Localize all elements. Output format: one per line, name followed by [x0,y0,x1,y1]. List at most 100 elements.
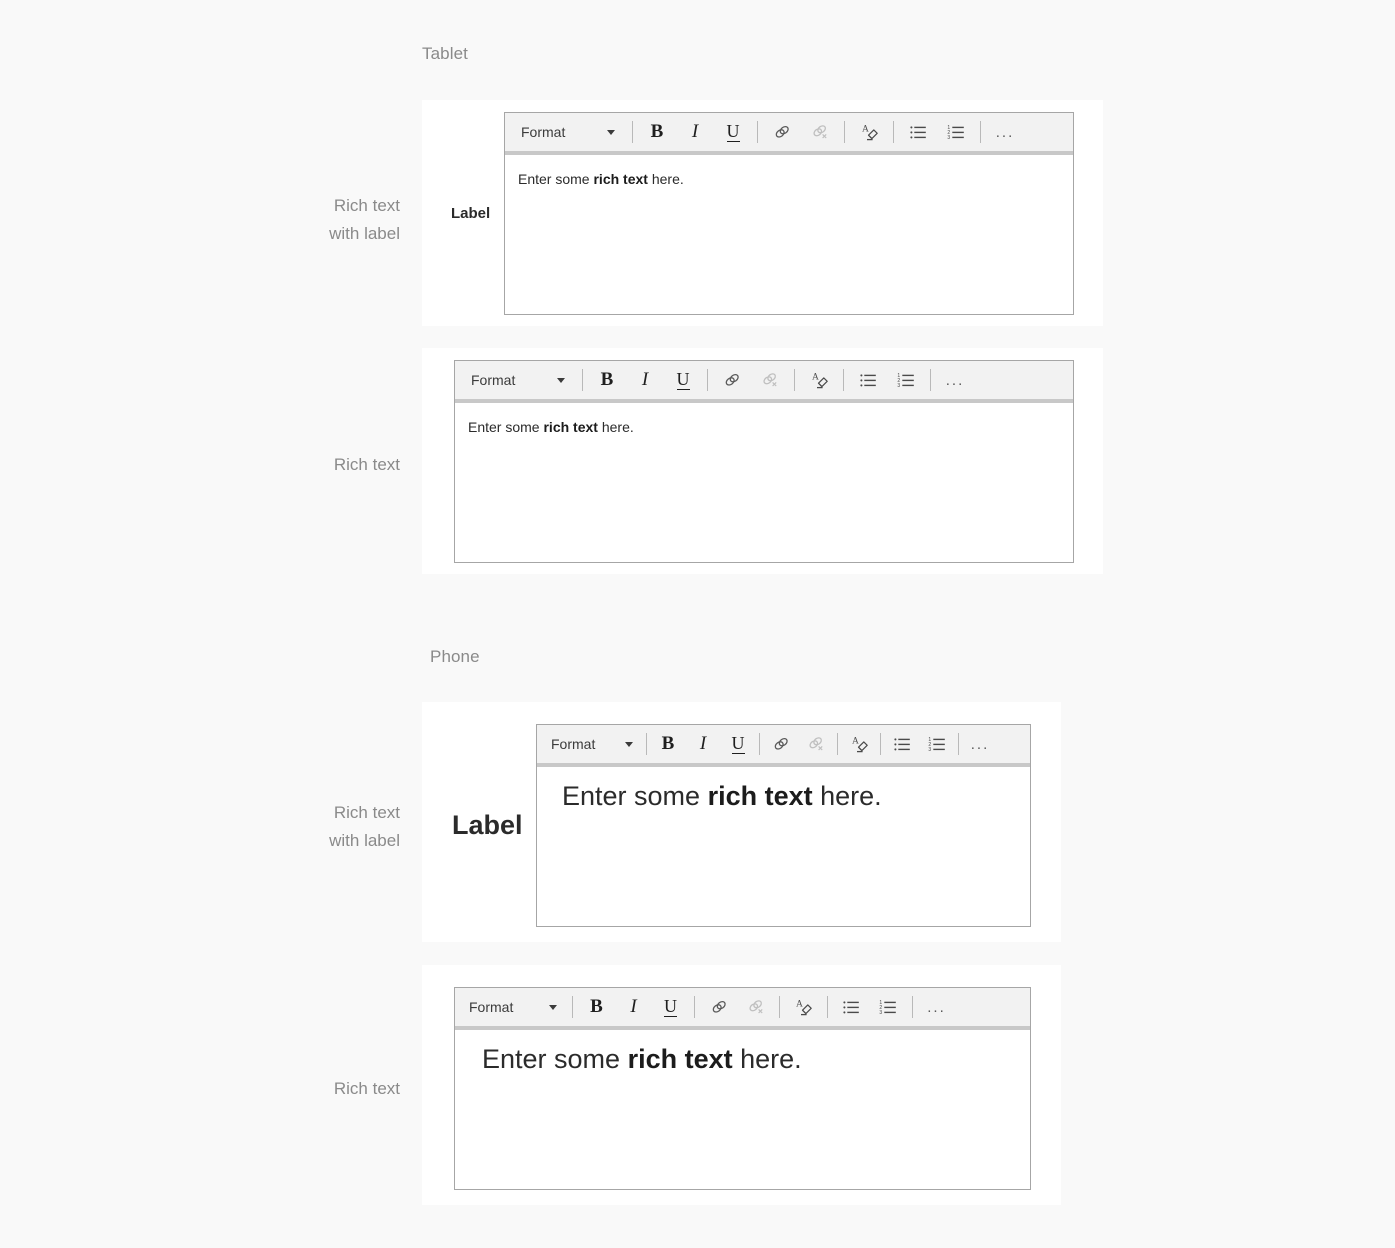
toolbar-divider [707,369,708,391]
unlink-icon [746,997,766,1017]
underline-button[interactable]: U [668,365,698,395]
editor-content-area[interactable]: Enter some rich text here. [455,1030,1030,1187]
clear-formatting-button[interactable]: A [789,993,818,1022]
bold-button[interactable]: B [654,730,682,758]
numbered-list-button[interactable]: 1 2 3 [891,365,921,395]
clear-formatting-icon: A [809,370,830,391]
rich-text-editor-phone-plain[interactable]: Format B I U A 1 2 3 ... Enter some rich… [454,987,1031,1190]
section-heading-tablet: Tablet [422,44,468,63]
bulleted-list-icon [909,123,928,142]
row-label-line2: with label [329,831,400,850]
editor-text: Enter some rich text here. [482,1044,802,1075]
rich-text-editor-tablet-labeled[interactable]: Format B I U A 1 2 3 ... Enter some rich… [504,112,1074,315]
more-options-button[interactable]: ... [922,993,951,1022]
chevron-down-icon [625,741,633,747]
bold-button[interactable]: B [592,365,622,395]
clear-formatting-button[interactable]: A [854,117,884,147]
insert-link-button[interactable] [767,730,795,758]
more-options-button[interactable]: ... [940,365,970,395]
remove-link-button[interactable] [755,365,785,395]
clear-formatting-icon: A [859,122,880,143]
bold-icon: B [600,369,614,390]
bulleted-list-icon [893,735,912,754]
bulleted-list-button[interactable] [903,117,933,147]
row-label-tablet-with-label: Rich text with label [240,192,400,248]
clear-formatting-icon: A [849,734,870,755]
bold-button[interactable]: B [582,993,611,1022]
underline-button[interactable]: U [718,117,748,147]
card-tablet-plain: Format B I U A 1 2 3 ... Enter some rich… [422,348,1103,574]
clear-formatting-button[interactable]: A [804,365,834,395]
format-dropdown[interactable]: Format [545,725,639,763]
italic-icon: I [699,733,707,754]
toolbar-divider [694,996,695,1018]
unlink-icon [806,734,826,754]
toolbar-divider [958,733,959,755]
remove-link-button[interactable] [741,993,770,1022]
row-label-phone-with-label: Rich text with label [240,799,400,855]
ellipsis-icon: ... [970,735,990,753]
link-icon [709,997,729,1017]
insert-link-button[interactable] [704,993,733,1022]
row-label-line1: Rich text [333,803,400,822]
toolbar-divider [893,121,894,143]
numbered-list-icon: 1 2 3 [947,123,966,142]
numbered-list-button[interactable]: 1 2 3 [941,117,971,147]
more-options-button[interactable]: ... [966,730,994,758]
svg-text:A: A [862,124,869,134]
more-options-button[interactable]: ... [990,117,1020,147]
card-phone-plain: Format B I U A 1 2 3 ... Enter some rich… [422,965,1061,1205]
editor-text-prefix: Enter some [562,781,708,811]
editor-text: Enter some rich text here. [468,419,634,435]
rich-text-editor-phone-labeled[interactable]: Format B I U A 1 2 3 ... Enter some rich… [536,724,1031,927]
toolbar-divider [843,369,844,391]
toolbar-divider [646,733,647,755]
row-label-line1: Rich text [333,196,400,215]
remove-link-button[interactable] [805,117,835,147]
format-dropdown[interactable]: Format [513,113,623,151]
numbered-list-button[interactable]: 1 2 3 [923,730,951,758]
row-label-tablet-plain: Rich text [240,451,400,479]
bulleted-list-button[interactable] [837,993,866,1022]
format-dropdown[interactable]: Format [463,988,563,1026]
numbered-list-button[interactable]: 1 2 3 [874,993,903,1022]
svg-text:A: A [812,372,819,382]
editor-text-suffix: here. [732,1044,802,1074]
editor-content-area[interactable]: Enter some rich text here. [505,155,1073,312]
numbered-list-icon: 1 2 3 [928,735,947,754]
bulleted-list-button[interactable] [888,730,916,758]
italic-button[interactable]: I [630,365,660,395]
toolbar-divider [794,369,795,391]
clear-formatting-button[interactable]: A [845,730,873,758]
editor-content-area[interactable]: Enter some rich text here. [455,403,1073,560]
row-label-line1: Rich text [333,1079,400,1098]
format-dropdown[interactable]: Format [463,361,573,399]
italic-icon: I [691,121,699,142]
svg-text:3: 3 [897,383,900,389]
italic-button[interactable]: I [619,993,648,1022]
italic-button[interactable]: I [680,117,710,147]
svg-text:A: A [852,736,859,746]
italic-button[interactable]: I [689,730,717,758]
underline-button[interactable]: U [656,993,685,1022]
bold-button[interactable]: B [642,117,672,147]
editor-content-area[interactable]: Enter some rich text here. [537,767,1030,924]
remove-link-button[interactable] [802,730,830,758]
chevron-down-icon [607,129,615,135]
editor-toolbar: Format B I U A 1 2 3 ... [537,725,1030,767]
ellipsis-icon: ... [927,998,946,1016]
chevron-down-icon [557,377,565,383]
insert-link-button[interactable] [767,117,797,147]
toolbar-divider [827,996,828,1018]
toolbar-divider [837,733,838,755]
bold-icon: B [661,733,675,754]
editor-text: Enter some rich text here. [518,171,684,187]
underline-button[interactable]: U [724,730,752,758]
underline-icon: U [676,369,690,390]
editor-toolbar: Format B I U A 1 2 3 ... [505,113,1073,155]
section-heading-phone: Phone [430,647,480,666]
insert-link-button[interactable] [717,365,747,395]
bulleted-list-button[interactable] [853,365,883,395]
rich-text-editor-tablet-plain[interactable]: Format B I U A 1 2 3 ... Enter some rich… [454,360,1074,563]
card-tablet-with-label: Label Format B I U A 1 2 3 ... Enter som… [422,100,1103,326]
